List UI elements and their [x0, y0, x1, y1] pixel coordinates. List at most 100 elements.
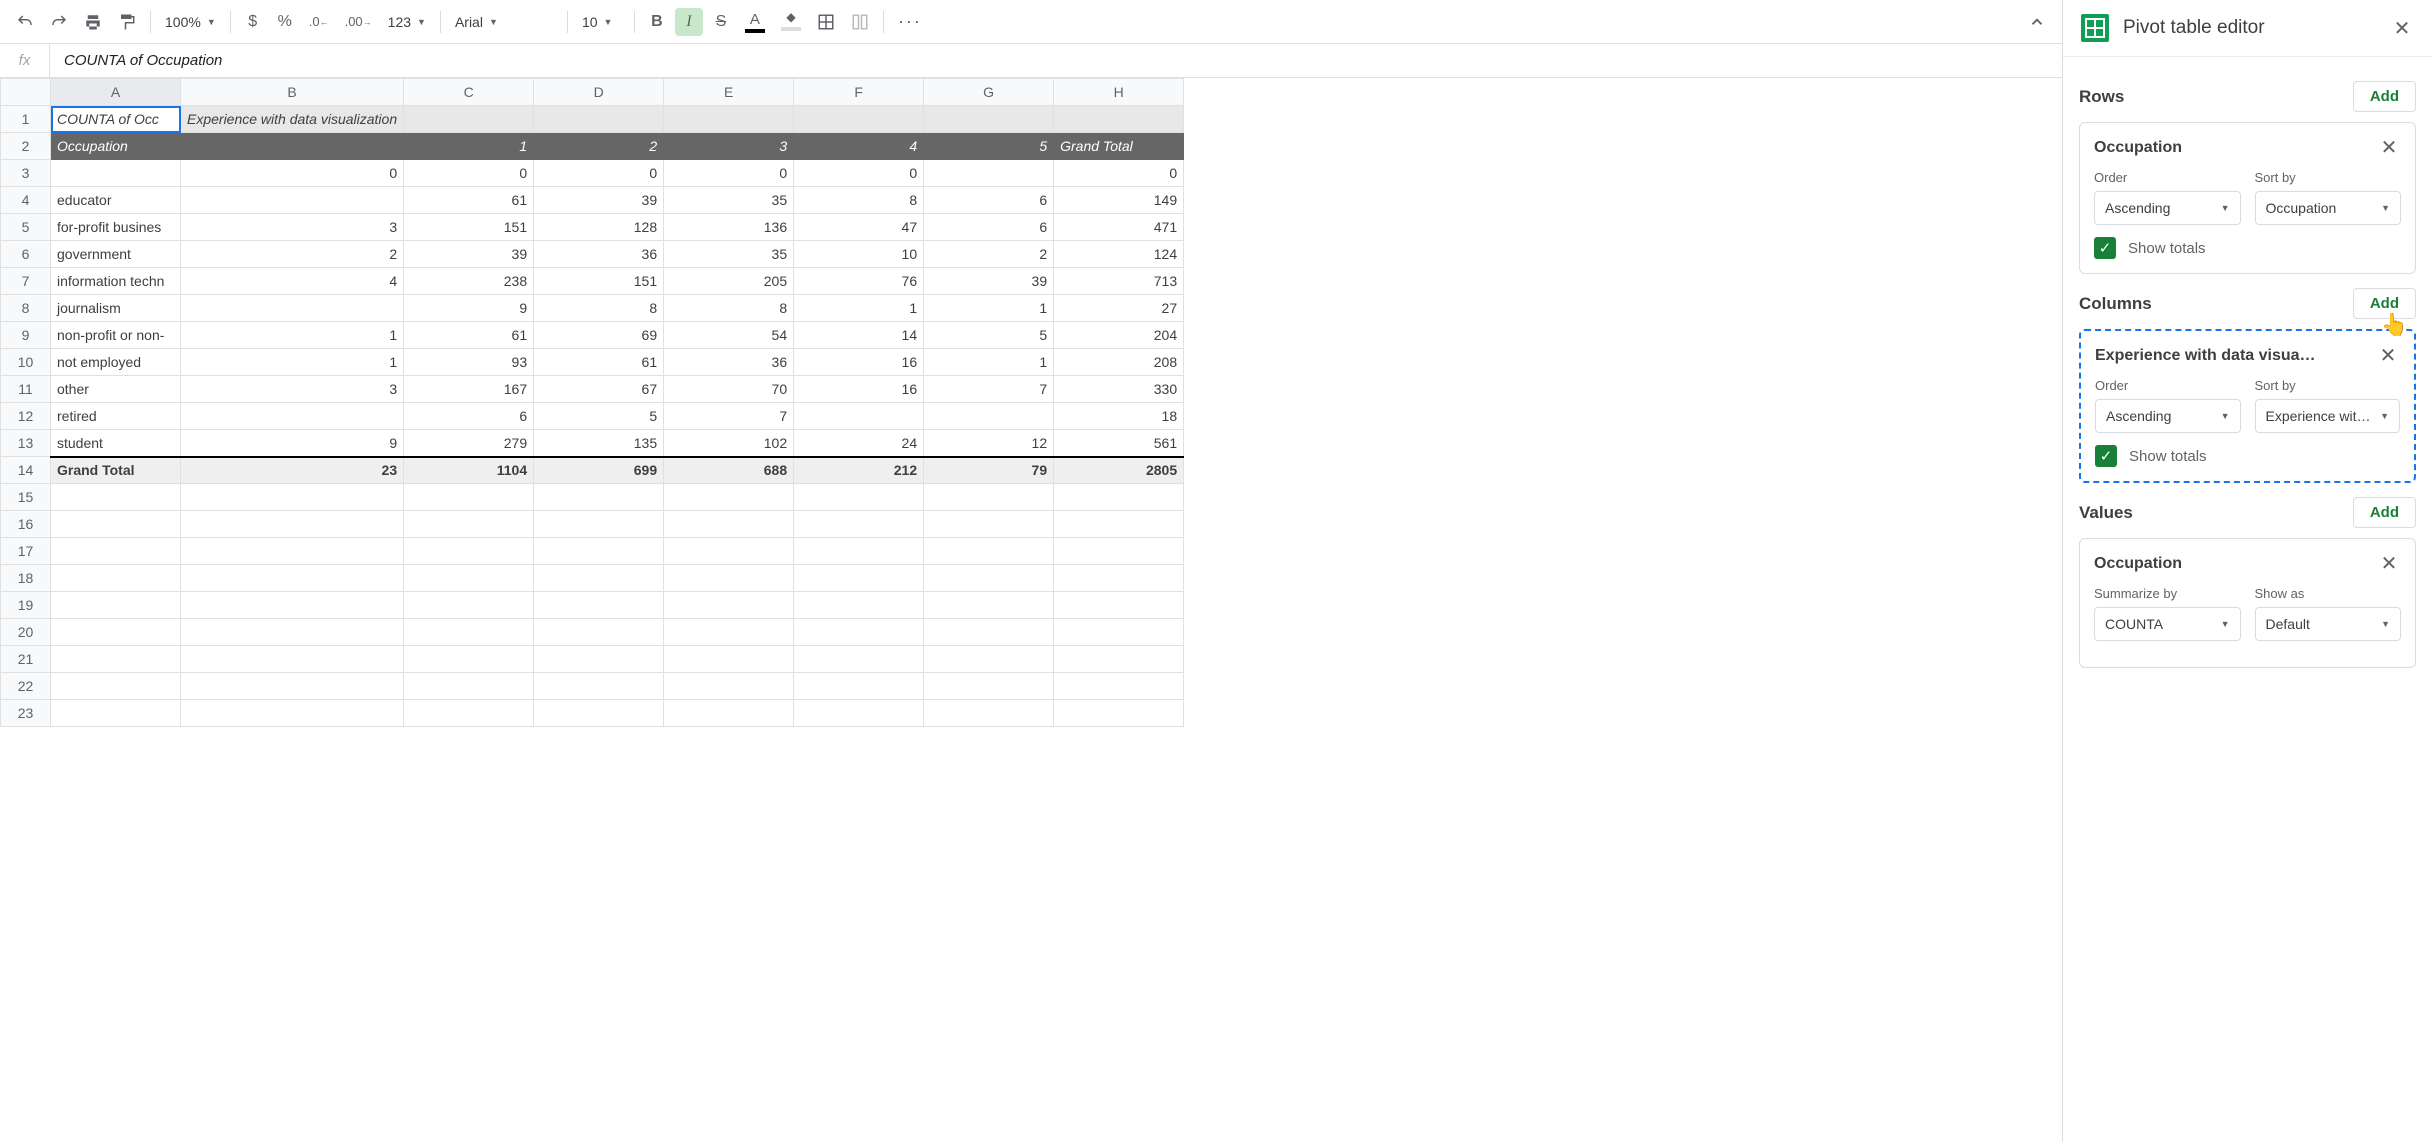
row-header[interactable]: 18: [1, 565, 51, 592]
cell[interactable]: retired: [51, 403, 181, 430]
cell[interactable]: [924, 106, 1054, 133]
cell[interactable]: [794, 403, 924, 430]
add-value-button[interactable]: Add: [2353, 497, 2416, 528]
cell[interactable]: information techn: [51, 268, 181, 295]
row-sortby-select[interactable]: Occupation▼: [2255, 191, 2402, 225]
print-button[interactable]: [78, 8, 108, 36]
increase-decimal-button[interactable]: .00→: [339, 8, 378, 36]
cell[interactable]: [924, 511, 1054, 538]
cell[interactable]: [1054, 646, 1184, 673]
cell[interactable]: [924, 538, 1054, 565]
cell[interactable]: [404, 565, 534, 592]
column-header[interactable]: C: [404, 79, 534, 106]
cell[interactable]: [534, 538, 664, 565]
cell[interactable]: [534, 565, 664, 592]
cell[interactable]: [181, 511, 404, 538]
cell[interactable]: 18: [1054, 403, 1184, 430]
fill-color-button[interactable]: [775, 8, 807, 36]
font-size-select[interactable]: 10▼: [576, 10, 626, 34]
cell[interactable]: [404, 619, 534, 646]
more-formats-button[interactable]: 123▼: [382, 10, 432, 34]
row-header[interactable]: 11: [1, 376, 51, 403]
bold-button[interactable]: B: [643, 8, 671, 36]
cell[interactable]: 0: [1054, 160, 1184, 187]
cell[interactable]: [1054, 106, 1184, 133]
row-header[interactable]: 17: [1, 538, 51, 565]
cell[interactable]: 67: [534, 376, 664, 403]
cell[interactable]: [181, 700, 404, 727]
grid-area[interactable]: A B C D E F G H 1COUNTA of OccExperience…: [0, 78, 2062, 1142]
cell[interactable]: 8: [534, 295, 664, 322]
cell[interactable]: [181, 187, 404, 214]
cell[interactable]: 16: [794, 376, 924, 403]
cell[interactable]: 7: [924, 376, 1054, 403]
merge-cells-button[interactable]: [845, 8, 875, 36]
cell[interactable]: 10: [794, 241, 924, 268]
cell[interactable]: 713: [1054, 268, 1184, 295]
percent-button[interactable]: %: [271, 8, 299, 36]
cell[interactable]: [664, 646, 794, 673]
cell[interactable]: other: [51, 376, 181, 403]
cell[interactable]: 4: [794, 133, 924, 160]
cell[interactable]: [1054, 538, 1184, 565]
more-button[interactable]: ···: [892, 8, 928, 36]
cell[interactable]: 204: [1054, 322, 1184, 349]
cell[interactable]: [794, 565, 924, 592]
cell[interactable]: 2: [924, 241, 1054, 268]
close-sidebar-button[interactable]: ✕: [2390, 16, 2414, 41]
cell[interactable]: [794, 646, 924, 673]
cell[interactable]: [1054, 511, 1184, 538]
cell[interactable]: [404, 646, 534, 673]
cell[interactable]: [924, 160, 1054, 187]
cell[interactable]: [924, 619, 1054, 646]
cell[interactable]: [51, 619, 181, 646]
cell[interactable]: [664, 673, 794, 700]
cell[interactable]: [404, 673, 534, 700]
cell[interactable]: 0: [794, 160, 924, 187]
cell[interactable]: 14: [794, 322, 924, 349]
cell[interactable]: 2805: [1054, 457, 1184, 484]
cell[interactable]: 1: [404, 133, 534, 160]
cell[interactable]: [181, 565, 404, 592]
row-header[interactable]: 4: [1, 187, 51, 214]
col-order-select[interactable]: Ascending▼: [2095, 399, 2241, 433]
summarize-select[interactable]: COUNTA▼: [2094, 607, 2241, 641]
cell[interactable]: 208: [1054, 349, 1184, 376]
cell[interactable]: [404, 511, 534, 538]
row-header[interactable]: 9: [1, 322, 51, 349]
cell[interactable]: [404, 700, 534, 727]
cell[interactable]: [924, 700, 1054, 727]
cell[interactable]: [664, 538, 794, 565]
cell[interactable]: 135: [534, 430, 664, 457]
cell[interactable]: 2: [181, 241, 404, 268]
column-header[interactable]: E: [664, 79, 794, 106]
row-order-select[interactable]: Ascending▼: [2094, 191, 2241, 225]
cell[interactable]: [924, 403, 1054, 430]
cell[interactable]: non-profit or non-: [51, 322, 181, 349]
cell[interactable]: [181, 538, 404, 565]
cell[interactable]: 1: [181, 349, 404, 376]
showas-select[interactable]: Default▼: [2255, 607, 2402, 641]
cell[interactable]: [1054, 484, 1184, 511]
cell[interactable]: 9: [181, 430, 404, 457]
cell[interactable]: [51, 511, 181, 538]
cell[interactable]: educator: [51, 187, 181, 214]
cell[interactable]: 35: [664, 187, 794, 214]
cell[interactable]: 699: [534, 457, 664, 484]
row-header[interactable]: 16: [1, 511, 51, 538]
row-header[interactable]: 21: [1, 646, 51, 673]
cell[interactable]: 5: [924, 133, 1054, 160]
cell[interactable]: [181, 133, 404, 160]
cell[interactable]: [51, 484, 181, 511]
cell[interactable]: [51, 160, 181, 187]
cell[interactable]: 238: [404, 268, 534, 295]
row-header[interactable]: 14: [1, 457, 51, 484]
cell[interactable]: 61: [404, 322, 534, 349]
cell[interactable]: student: [51, 430, 181, 457]
column-header[interactable]: D: [534, 79, 664, 106]
cell[interactable]: 54: [664, 322, 794, 349]
cell[interactable]: [534, 700, 664, 727]
cell[interactable]: [534, 484, 664, 511]
column-header[interactable]: B: [181, 79, 404, 106]
cell[interactable]: [794, 511, 924, 538]
